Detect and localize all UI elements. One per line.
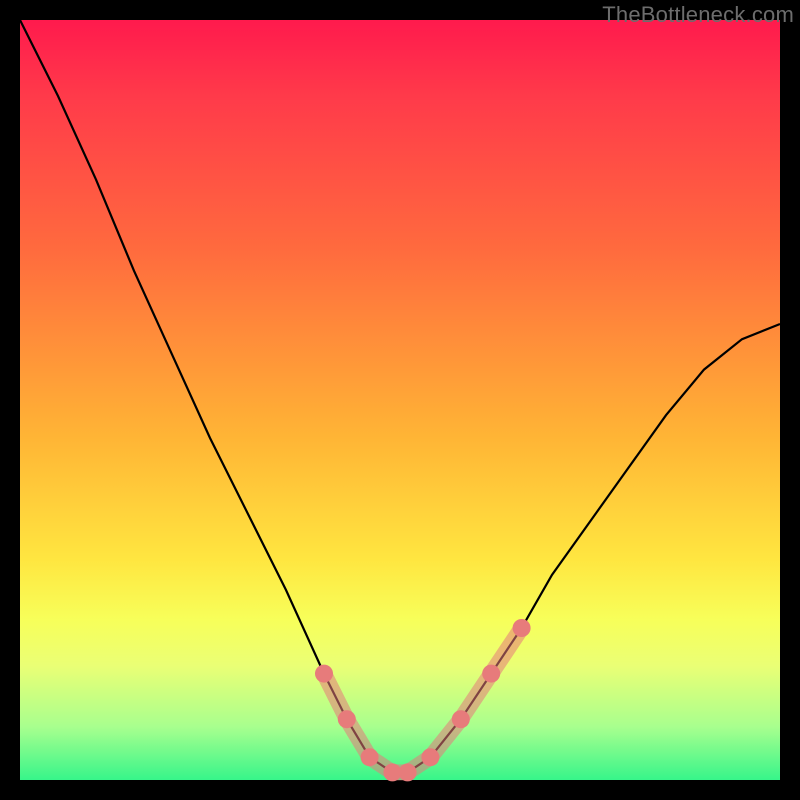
curve-marker: [361, 748, 379, 766]
curve-marker: [399, 763, 417, 781]
curve-marker: [338, 710, 356, 728]
curve-svg: [20, 20, 780, 780]
curve-marker: [482, 665, 500, 683]
chart-frame: TheBottleneck.com: [0, 0, 800, 800]
curve-marker: [513, 619, 531, 637]
bottleneck-curve: [20, 20, 780, 772]
curve-marker: [315, 665, 333, 683]
curve-markers: [315, 619, 531, 781]
curve-marker: [421, 748, 439, 766]
curve-marker: [452, 710, 470, 728]
watermark-text: TheBottleneck.com: [602, 2, 794, 28]
plot-area: [20, 20, 780, 780]
